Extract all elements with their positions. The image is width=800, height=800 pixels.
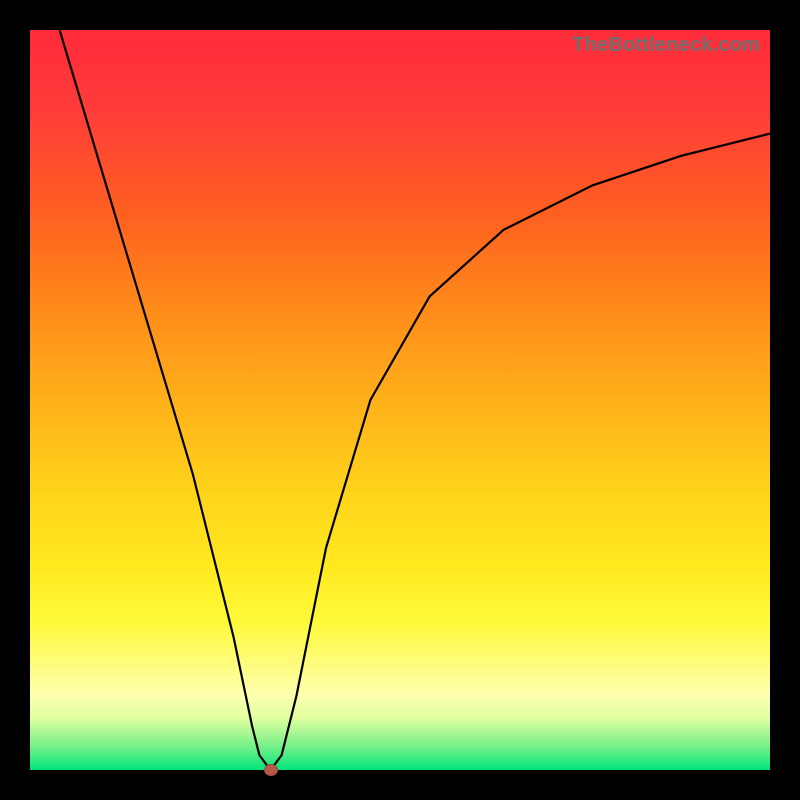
curve-path [60,30,770,770]
plot-area: TheBottleneck.com [30,30,770,770]
watermark-text: TheBottleneck.com [572,34,760,57]
minimum-marker [264,764,278,776]
chart-container: TheBottleneck.com [0,0,800,800]
bottleneck-curve [30,30,770,770]
